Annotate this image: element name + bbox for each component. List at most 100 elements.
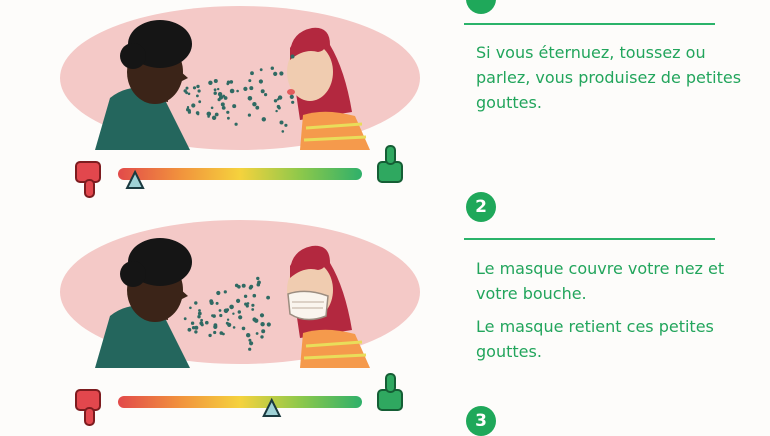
droplet [225, 308, 230, 312]
droplet [209, 299, 214, 303]
droplet [259, 313, 265, 318]
droplet [213, 91, 217, 95]
droplet [226, 318, 230, 321]
thumbs-up-icon [377, 373, 403, 411]
droplet [248, 79, 252, 83]
droplet [215, 301, 219, 305]
droplet [197, 315, 201, 319]
droplet [191, 326, 196, 330]
droplet [266, 322, 271, 327]
droplet [290, 54, 295, 59]
droplet [189, 306, 192, 310]
droplet [225, 321, 229, 325]
droplet [241, 326, 246, 331]
droplet [217, 87, 220, 91]
droplet [273, 71, 278, 76]
droplet [185, 86, 189, 90]
step-2-text-b: Le masque retient ces petites gouttes. [476, 317, 714, 361]
droplet [194, 301, 198, 305]
droplet [234, 283, 239, 288]
thumbs-down-icon [75, 161, 101, 198]
droplet [229, 304, 234, 310]
droplet [219, 313, 223, 318]
thumbs-up-icon [377, 145, 403, 183]
droplet [261, 329, 266, 334]
droplet [208, 80, 213, 86]
droplet [281, 130, 285, 133]
droplet [291, 100, 295, 104]
droplet [279, 71, 284, 76]
droplet [229, 88, 235, 94]
step-divider [464, 23, 715, 25]
droplet [226, 82, 230, 86]
droplet [187, 327, 192, 332]
droplet [259, 68, 263, 72]
thumbs-down-icon [75, 389, 101, 426]
droplet [232, 312, 235, 315]
droplet [232, 104, 237, 109]
droplet [200, 318, 204, 322]
droplet [213, 79, 218, 83]
droplet [234, 122, 238, 126]
droplet [213, 88, 217, 92]
droplet [210, 106, 214, 110]
droplet [185, 91, 189, 95]
droplet [218, 309, 222, 312]
droplet [273, 99, 278, 103]
droplet [197, 89, 201, 93]
droplet [276, 98, 280, 101]
droplet [243, 86, 248, 91]
droplet [198, 100, 202, 104]
droplet [226, 110, 230, 114]
droplet [198, 309, 201, 312]
droplet [222, 94, 226, 98]
face-mask [287, 290, 329, 321]
droplet [199, 321, 204, 326]
droplet [249, 341, 254, 346]
droplet [214, 112, 219, 117]
droplet [220, 102, 225, 107]
droplet [238, 315, 243, 320]
droplet [183, 317, 187, 321]
droplet [284, 123, 288, 127]
droplet [289, 94, 294, 99]
droplet [261, 117, 266, 122]
droplet [255, 332, 259, 335]
droplet [187, 92, 191, 96]
droplet [255, 105, 260, 110]
illustration-no-mask [60, 6, 420, 198]
droplet [266, 295, 270, 300]
droplet [237, 310, 241, 314]
droplet [236, 298, 241, 303]
droplet [257, 280, 261, 285]
droplet [212, 314, 216, 318]
droplet [205, 320, 209, 325]
step-divider [464, 238, 715, 240]
step-badge-1 [466, 0, 496, 14]
step-1-text: Si vous éternuez, toussez ou parlez, vou… [476, 43, 742, 112]
droplet [246, 333, 251, 338]
droplet [207, 115, 210, 118]
droplet [247, 113, 251, 117]
droplet [191, 103, 196, 108]
rating-scale [75, 145, 403, 198]
droplet [229, 80, 234, 84]
droplet [256, 276, 260, 281]
droplet [197, 311, 202, 316]
droplet [243, 294, 248, 298]
droplet [254, 318, 259, 323]
droplet [221, 106, 226, 110]
droplet [219, 331, 224, 335]
droplet [251, 303, 255, 307]
risk-scale-bar [118, 168, 362, 180]
droplet [248, 347, 252, 351]
droplet [260, 335, 264, 339]
droplet [277, 106, 281, 110]
droplet [196, 84, 200, 89]
droplet [196, 94, 199, 98]
droplet [227, 116, 230, 120]
droplet [232, 326, 236, 329]
droplet [275, 109, 278, 113]
droplet [248, 286, 253, 290]
droplet [251, 308, 255, 311]
